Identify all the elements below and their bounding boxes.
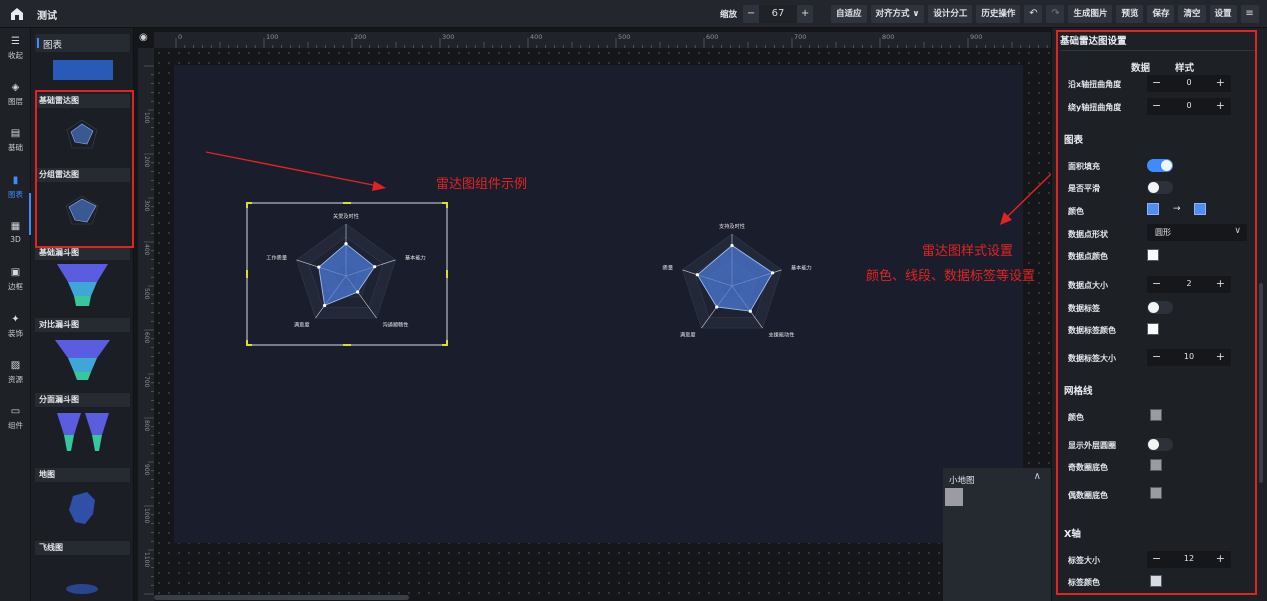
annotation-right-1: 雷达图样式设置 <box>922 244 1014 259</box>
annotation-left: 雷达图组件示例 <box>436 177 528 192</box>
highlight-box-right <box>1056 30 1257 595</box>
annotation-right-2: 颜色、线段、数据标签等设置 <box>866 269 1036 284</box>
settings-scrollbar[interactable] <box>1259 283 1263 483</box>
